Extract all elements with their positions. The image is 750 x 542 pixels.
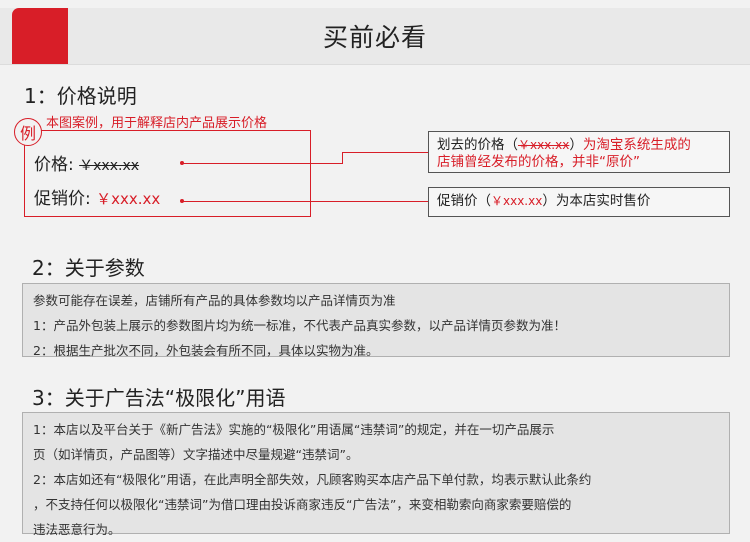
note-promo-suffix: ）为本店实时售价 — [542, 193, 651, 209]
note-promo-value: ￥xxx.xx — [491, 194, 543, 208]
example-badge: 例 — [14, 118, 42, 146]
ad-law-info-box: 1：本店以及平台关于《新广告法》实施的“极限化”用语属“违禁词”的规定，并在一切… — [22, 412, 730, 537]
ad-law-line-4: 违法恶意行为。 — [33, 522, 121, 537]
example-caption: 本图案例，用于解释店内产品展示价格 — [46, 116, 268, 131]
promo-row: 促销价: ￥xxx.xx — [34, 184, 160, 209]
params-info-box: 参数可能存在误差，店铺所有产品的具体参数均以产品详情页为准 1：产品外包装上展示… — [22, 283, 730, 358]
connector-line-price-3 — [342, 152, 428, 153]
page-title: 买前必看 — [322, 23, 427, 52]
price-struck-value: ￥xxx.xx — [79, 158, 140, 174]
note-strike-value: ￥xxx.xx — [518, 138, 570, 152]
note-promo-prefix: 促销价（ — [437, 193, 491, 209]
ad-law-line-3: ，不支持任何以极限化“违禁词”为借口理由投诉商家违反“广告法”，来变相勒索向商家… — [33, 497, 572, 512]
connector-line-price-2 — [342, 152, 343, 164]
price-label: 价格: — [34, 155, 74, 175]
params-line-1: 1：产品外包装上展示的参数图片均为统一标准，不代表产品真实参数，以产品详情页参数… — [33, 318, 566, 333]
ad-law-line-2: 2：本店如还有“极限化”用语，在此声明全部失效，凡顾客购买本店产品下单付款，均表… — [33, 472, 592, 487]
section-ad-law-title: 3：关于广告法“极限化”用语 — [32, 386, 286, 410]
promo-label: 促销价: — [34, 189, 91, 209]
ad-law-line-0: 1：本店以及平台关于《新广告法》实施的“极限化”用语属“违禁词”的规定，并在一切… — [33, 422, 555, 437]
note-strike-prefix: 划去的价格（ — [437, 137, 518, 153]
note-strike-suffix: ） — [569, 137, 583, 153]
price-row: 价格: ￥xxx.xx — [34, 150, 139, 175]
section-price-title: 1：价格说明 — [24, 84, 137, 108]
ad-law-line-1: 页（如详情页，产品图等）文字描述中尽量规避“违禁词”。 — [33, 447, 359, 462]
note-strike-red-2: 店铺曾经发布的价格，并非“原价” — [437, 154, 640, 170]
connector-line-price-1 — [182, 163, 342, 164]
section-params-title: 2：关于参数 — [32, 256, 145, 280]
note-promo-price: 促销价（￥xxx.xx）为本店实时售价 — [428, 187, 730, 217]
note-struck-price: 划去的价格（￥xxx.xx）为淘宝系统生成的 店铺曾经发布的价格，并非“原价” — [428, 131, 730, 173]
note-strike-red-1: 为淘宝系统生成的 — [582, 137, 691, 153]
promo-value: ￥xxx.xx — [96, 190, 161, 208]
params-line-0: 参数可能存在误差，店铺所有产品的具体参数均以产品详情页为准 — [33, 293, 396, 308]
connector-line-promo — [182, 201, 428, 202]
params-line-2: 2：根据生产批次不同，外包装会有所不同，具体以实物为准。 — [33, 343, 379, 358]
